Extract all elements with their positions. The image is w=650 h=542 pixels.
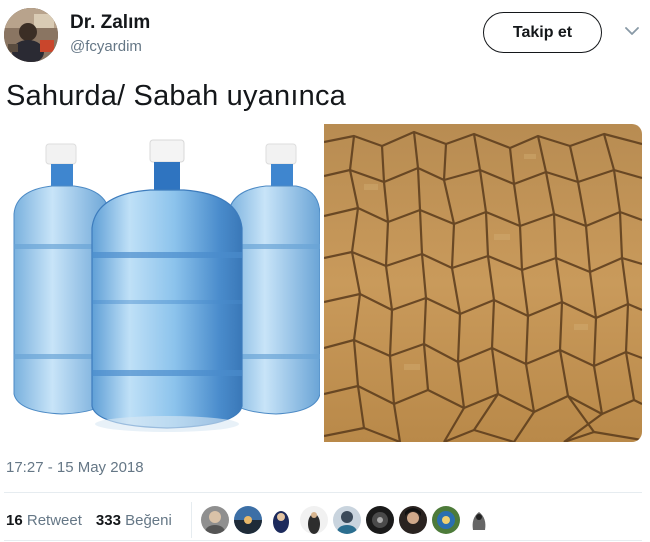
- likes-stat[interactable]: 333 Beğeni: [96, 512, 172, 529]
- retweets-stat[interactable]: 16 Retweet: [6, 512, 82, 529]
- liker-avatar[interactable]: [234, 506, 262, 534]
- liker-avatar[interactable]: [300, 506, 328, 534]
- liker-avatar[interactable]: [432, 506, 460, 534]
- liker-avatar[interactable]: [333, 506, 361, 534]
- display-name[interactable]: Dr. Zalım: [70, 12, 150, 34]
- water-bottles-image[interactable]: [4, 124, 321, 442]
- user-avatar[interactable]: [4, 8, 58, 62]
- stats-separator: [191, 502, 192, 538]
- follow-button[interactable]: Takip et: [483, 12, 602, 53]
- divider: [4, 492, 642, 493]
- tweet-stats: 16 Retweet 333 Beğeni: [6, 512, 172, 529]
- liker-avatar[interactable]: [267, 506, 295, 534]
- liker-avatar[interactable]: [399, 506, 427, 534]
- chevron-down-icon[interactable]: [624, 24, 640, 38]
- tweet-text: Sahurda/ Sabah uyanınca: [6, 80, 346, 112]
- retweets-count: 16: [6, 512, 23, 529]
- user-handle[interactable]: @fcyardim: [70, 38, 142, 55]
- retweets-label: Retweet: [26, 512, 82, 529]
- tweet-timestamp[interactable]: 17:27 - 15 May 2018: [6, 459, 144, 476]
- liker-avatar[interactable]: [465, 506, 493, 534]
- tweet-media: [4, 124, 642, 442]
- profile-photo-icon: [4, 8, 58, 62]
- tweet-header: Dr. Zalım @fcyardim Takip et: [0, 0, 650, 70]
- liker-avatar[interactable]: [201, 506, 229, 534]
- cracked-dry-earth-image[interactable]: [323, 124, 642, 442]
- likes-label: Beğeni: [125, 512, 172, 529]
- divider: [4, 540, 642, 541]
- likes-count: 333: [95, 512, 121, 529]
- liker-avatar[interactable]: [366, 506, 394, 534]
